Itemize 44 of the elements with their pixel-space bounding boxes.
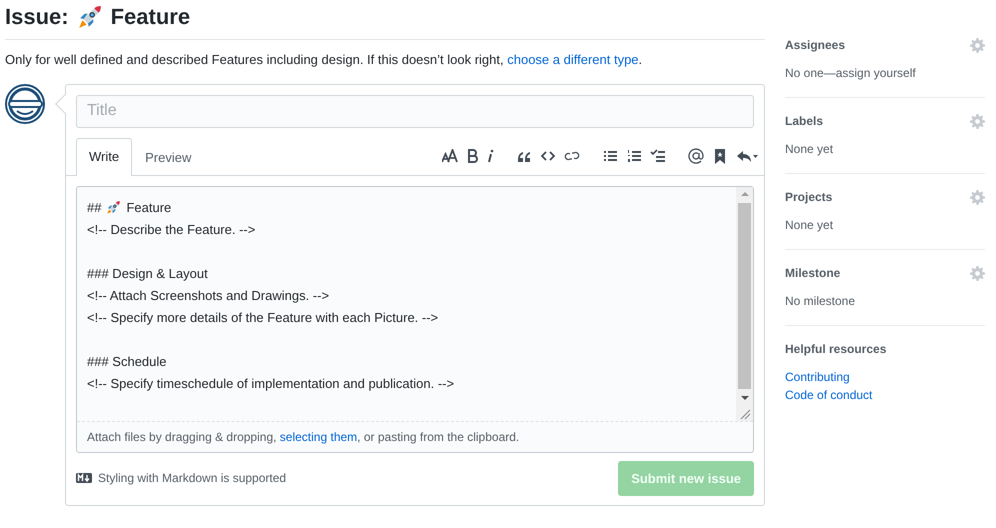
rocket-icon bbox=[106, 200, 122, 215]
editor-line: <!-- Specify timeschedule of implementation and publication. --> bbox=[87, 374, 454, 393]
italic-icon[interactable] bbox=[486, 149, 494, 163]
section-value: No one—assign yourself bbox=[785, 65, 917, 82]
editor-line: <!-- Attach Screenshots and Drawings. --> bbox=[87, 286, 330, 305]
editor-line: ### Design & Layout bbox=[87, 264, 208, 283]
editor-line: <!-- Specify more details of the Feature with each Picture. --> bbox=[87, 308, 438, 327]
description-text: Only for well defined and described Features including design. If this doesn’t look right, choose a different type. bbox=[5, 51, 644, 69]
saved-reply-icon[interactable] bbox=[712, 148, 728, 164]
change-type-link[interactable]: choose a different type bbox=[507, 52, 639, 67]
attach-hint: Attach files by dragging & dropping, selecting them, or pasting from the clipboard. bbox=[86, 428, 520, 446]
text-size-icon[interactable] bbox=[442, 149, 460, 163]
numbered-list-icon[interactable] bbox=[626, 148, 642, 164]
editor-tab[interactable]: Write bbox=[76, 138, 132, 176]
title-field[interactable]: Title bbox=[76, 94, 754, 128]
task-list-icon[interactable] bbox=[650, 148, 666, 164]
mention-icon[interactable] bbox=[688, 148, 704, 164]
reply-icon[interactable] bbox=[736, 148, 758, 164]
markdown-note: Styling with Markdown is supported bbox=[98, 470, 286, 488]
section-value: No milestone bbox=[785, 293, 856, 310]
bold-icon[interactable] bbox=[468, 149, 478, 163]
section-value: None yet bbox=[785, 217, 834, 234]
avatar-icon bbox=[5, 84, 45, 124]
heading-text: Feature bbox=[110, 3, 190, 31]
editor-line: ### Schedule bbox=[87, 352, 167, 370]
editor-line: <!-- Describe the Feature. --> bbox=[87, 220, 256, 238]
editor-line: ## bbox=[87, 198, 102, 216]
rocket-icon bbox=[76, 4, 103, 30]
editor-textarea[interactable] bbox=[76, 186, 754, 452]
select-files-link[interactable]: selecting them bbox=[280, 430, 358, 444]
editor-line: Feature bbox=[126, 198, 172, 216]
section-title: Projects bbox=[785, 189, 832, 206]
markdown-icon bbox=[76, 473, 92, 484]
editor-tab[interactable]: Preview bbox=[132, 139, 204, 176]
scrollbar-thumb[interactable] bbox=[738, 202, 751, 388]
heading-text: Issue: bbox=[5, 3, 69, 31]
section-title: Labels bbox=[785, 113, 824, 130]
bullet-list-icon[interactable] bbox=[602, 148, 618, 164]
section-title: Helpful resources bbox=[785, 341, 886, 358]
resource-link[interactable]: Contributing bbox=[785, 368, 985, 386]
section-title: Assignees bbox=[785, 37, 846, 54]
section-title: Milestone bbox=[785, 265, 840, 282]
section-value: None yet bbox=[785, 141, 834, 158]
resource-link[interactable]: Code of conduct bbox=[785, 386, 985, 404]
